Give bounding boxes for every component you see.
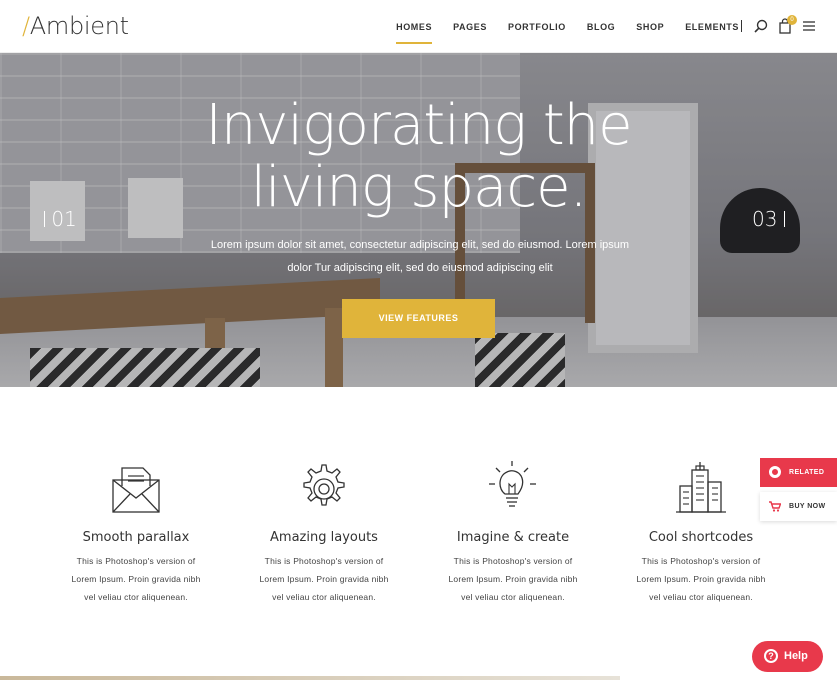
feature-description-line: This is Photoshop's version of [76, 556, 196, 566]
site-logo[interactable]: /Ambient [22, 12, 129, 40]
envelope-icon [112, 467, 160, 513]
site-header: /Ambient HOMES PAGES PORTFOLIO BLOG SHOP… [0, 0, 837, 53]
help-button[interactable]: ? Help [752, 641, 823, 672]
feature-description-line: vel veliau ctor aliquenean. [461, 592, 565, 602]
buildings-icon [676, 462, 726, 513]
shopping-cart-icon [769, 501, 781, 512]
feature-card: Smooth parallax This is Photoshop's vers… [46, 460, 226, 606]
hero-subtitle-line: dolor Tur adipiscing elit, sed do eiusmo… [287, 261, 553, 274]
feature-title: Amazing layouts [270, 530, 378, 545]
logo-slash: / [22, 12, 30, 40]
nav-item-elements[interactable]: ELEMENTS [685, 16, 739, 38]
feature-description: This is Photoshop's version of Lorem Ips… [423, 552, 603, 606]
feature-description-line: Lorem Ipsum. Proin gravida nibh [636, 574, 766, 584]
feature-description-line: This is Photoshop's version of [641, 556, 761, 566]
slide-prev-number: 01 [51, 207, 77, 231]
slide-next-number: 03 [752, 207, 778, 231]
feature-description-line: Lorem Ipsum. Proin gravida nibh [259, 574, 389, 584]
feature-title: Smooth parallax [82, 530, 190, 545]
hero-title: Invigorating the living space. [0, 95, 837, 219]
related-button[interactable]: RELATED [760, 458, 837, 487]
slide-prev-control[interactable]: 01 [44, 207, 77, 231]
hero-title-line: living space. [250, 155, 588, 220]
feature-description: This is Photoshop's version of Lorem Ips… [234, 552, 414, 606]
feature-card: Amazing layouts This is Photoshop's vers… [234, 460, 414, 606]
gear-icon [303, 464, 345, 506]
slide-bar-icon [783, 211, 785, 227]
cart-count-badge: 0 [787, 15, 797, 25]
logo-text: Ambient [29, 12, 129, 40]
feature-description-line: This is Photoshop's version of [264, 556, 384, 566]
hero-subtitle: Lorem ipsum dolor sit amet, consectetur … [190, 234, 650, 279]
nav-item-shop[interactable]: SHOP [636, 16, 664, 38]
nav-item-pages[interactable]: PAGES [453, 16, 487, 38]
main-nav: HOMES PAGES PORTFOLIO BLOG SHOP ELEMENTS [375, 0, 739, 53]
feature-description: This is Photoshop's version of Lorem Ips… [611, 552, 791, 606]
next-section-edge [0, 676, 620, 680]
nav-item-blog[interactable]: BLOG [587, 16, 615, 38]
hero-slider: Invigorating the living space. Lorem ips… [0, 53, 837, 387]
help-label: Help [784, 650, 808, 662]
buy-now-button[interactable]: BUY NOW [760, 492, 837, 521]
feature-description-line: vel veliau ctor aliquenean. [649, 592, 753, 602]
slide-bar-icon [44, 211, 45, 227]
nav-item-portfolio[interactable]: PORTFOLIO [508, 16, 566, 38]
related-icon [769, 466, 781, 478]
nav-item-homes[interactable]: HOMES [396, 16, 433, 44]
feature-description-line: Lorem Ipsum. Proin gravida nibh [448, 574, 578, 584]
feature-description-line: vel veliau ctor aliquenean. [84, 592, 188, 602]
feature-title: Imagine & create [456, 530, 570, 545]
question-mark-icon: ? [764, 649, 778, 663]
nav-divider [741, 20, 742, 32]
feature-description-line: Lorem Ipsum. Proin gravida nibh [71, 574, 201, 584]
hero-title-line: Invigorating the [205, 93, 632, 158]
feature-description: This is Photoshop's version of Lorem Ips… [46, 552, 226, 606]
slide-next-control[interactable]: 03 [752, 207, 785, 231]
buy-now-label: BUY NOW [789, 503, 826, 510]
feature-title: Cool shortcodes [648, 530, 754, 545]
hamburger-menu-icon[interactable] [801, 18, 817, 34]
view-features-button[interactable]: VIEW FEATURES [342, 299, 495, 338]
related-label: RELATED [789, 469, 825, 476]
feature-card: Imagine & create This is Photoshop's ver… [423, 460, 603, 606]
feature-description-line: vel veliau ctor aliquenean. [272, 592, 376, 602]
lightbulb-icon [489, 461, 536, 507]
feature-description-line: This is Photoshop's version of [453, 556, 573, 566]
hero-subtitle-line: Lorem ipsum dolor sit amet, consectetur … [210, 239, 630, 251]
search-icon[interactable] [753, 18, 769, 34]
